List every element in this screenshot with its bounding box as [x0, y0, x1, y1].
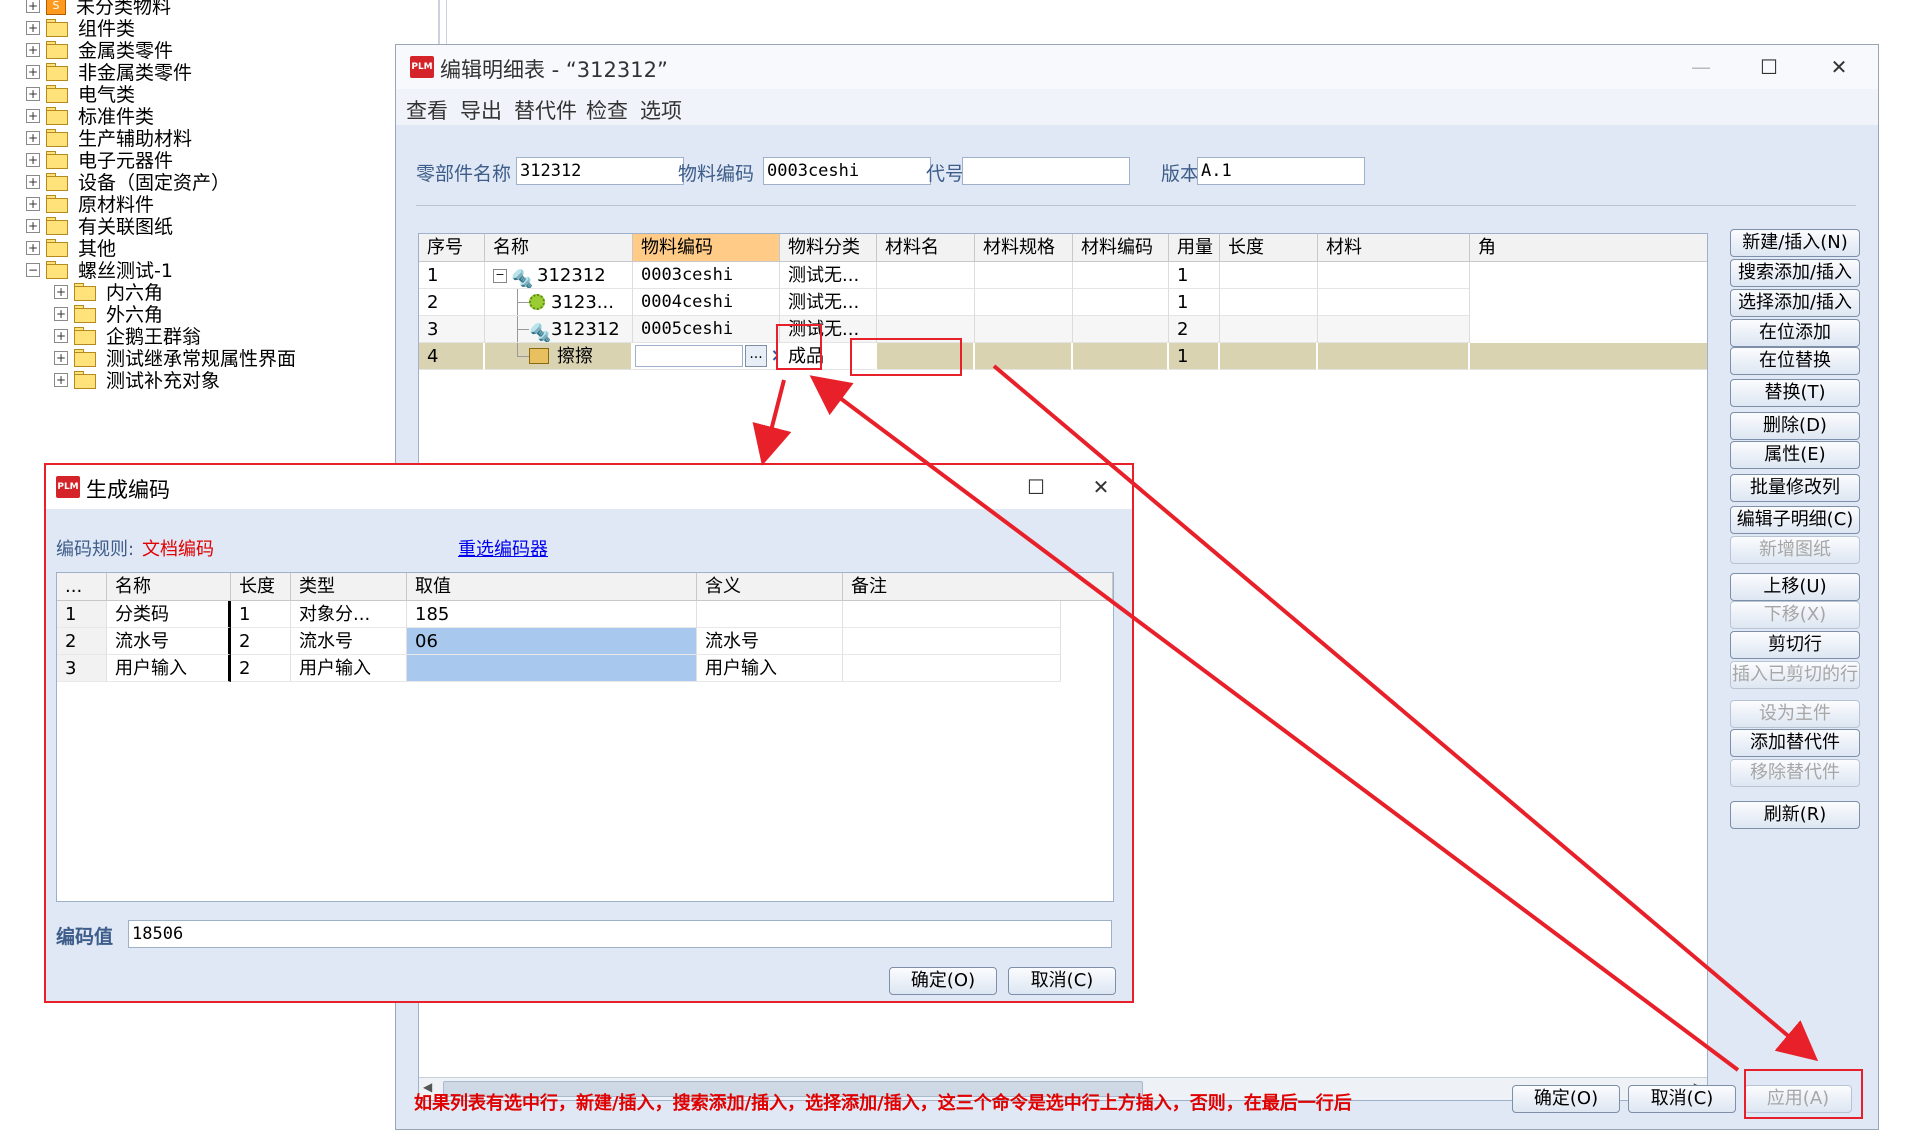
annotation-arrows	[752, 364, 1819, 1072]
arrow-to-apply	[992, 364, 1819, 1062]
arrow-to-dialog	[752, 379, 792, 466]
arrow-to-ellipsis	[809, 375, 1740, 1072]
